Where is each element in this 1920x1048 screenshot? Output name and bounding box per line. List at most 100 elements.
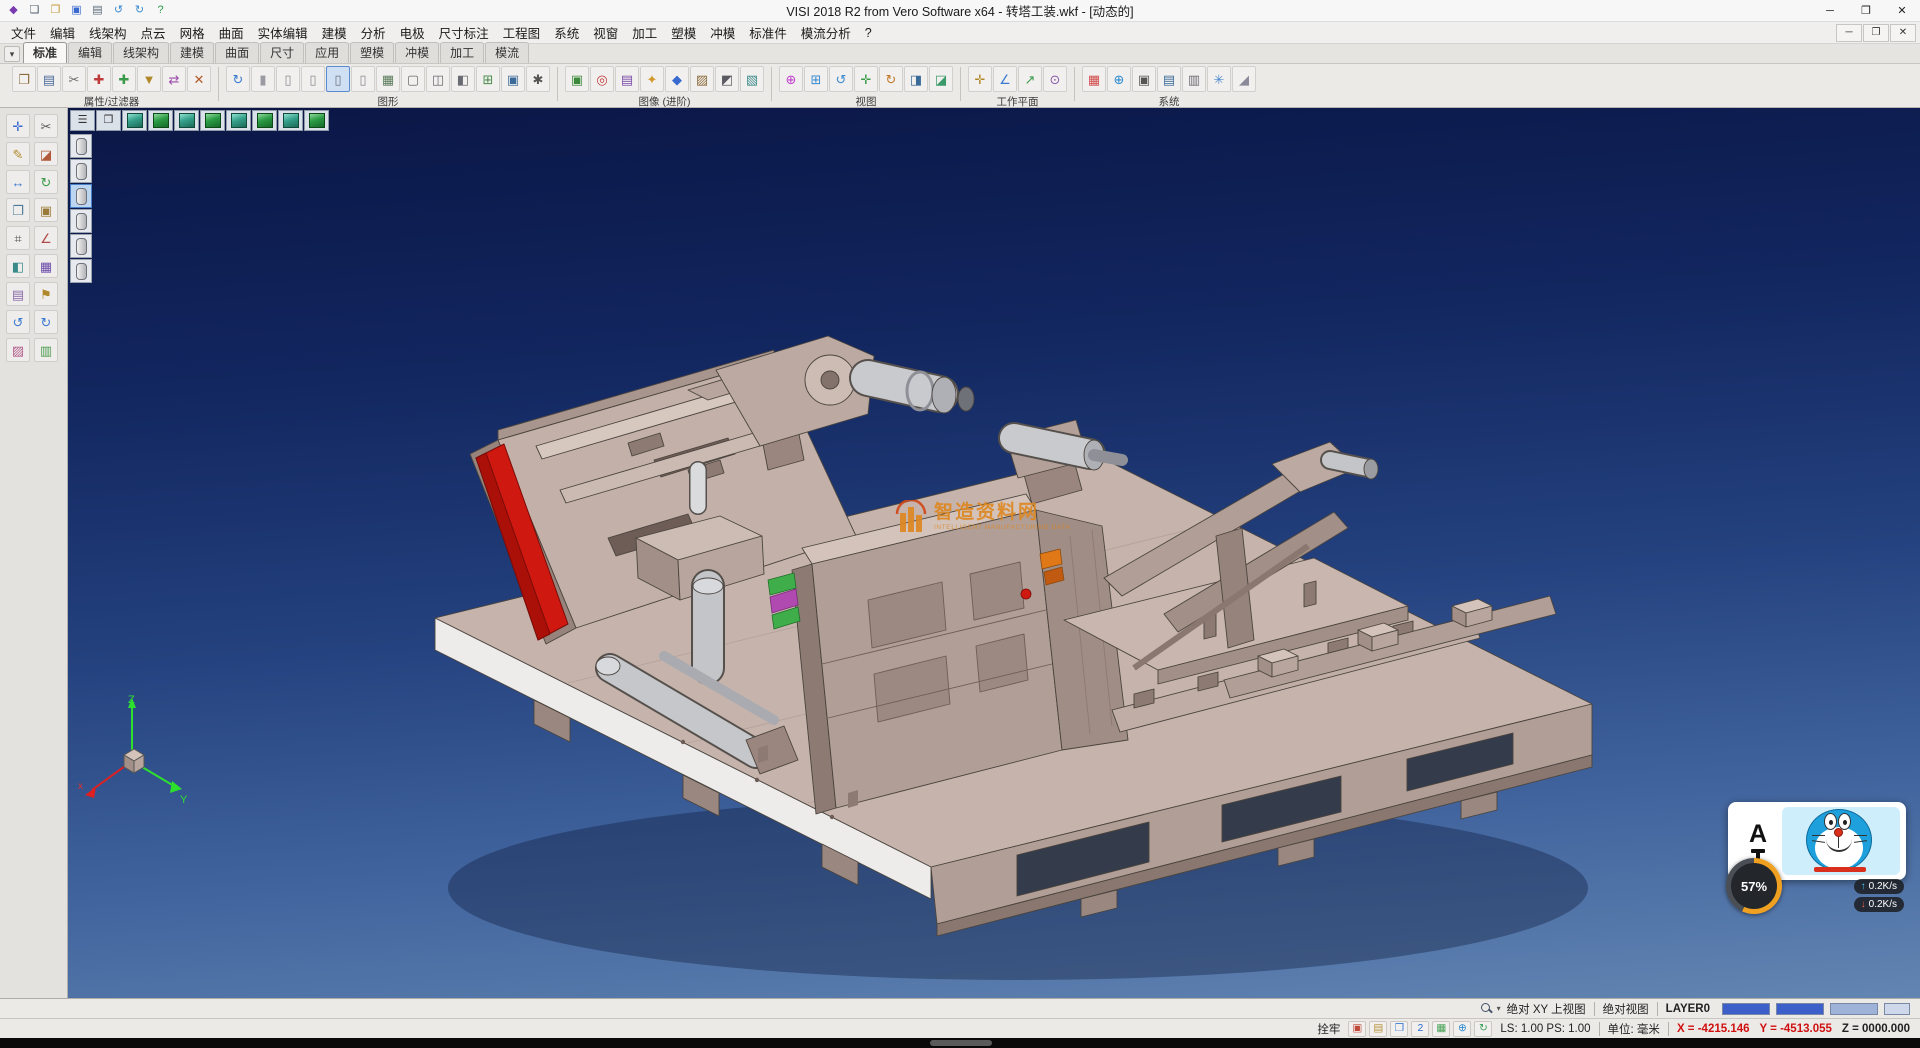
toolbar-tab[interactable]: 标准 [23, 42, 67, 63]
view-indicator[interactable]: 绝对 XY 上视图 [1507, 1001, 1586, 1017]
save-file-icon[interactable]: ▣ [67, 2, 86, 19]
redo-tool-icon[interactable]: ↻ [34, 310, 58, 334]
array-icon[interactable]: ▦ [34, 254, 58, 278]
refresh-status-icon[interactable]: ↻ [1474, 1021, 1492, 1037]
snap-lock-label[interactable]: 拴牢 [1317, 1021, 1340, 1037]
menu-item[interactable]: 文件 [4, 21, 43, 44]
units-readout[interactable]: 单位: 毫米 [1608, 1021, 1660, 1037]
attr-match-icon[interactable]: ⇄ [162, 66, 186, 92]
stereo-icon[interactable]: ◎ [590, 66, 614, 92]
pencil-icon[interactable]: ✎ [6, 142, 30, 166]
attr-print-icon[interactable]: ▤ [37, 66, 61, 92]
redraw-icon[interactable]: ↻ [226, 66, 250, 92]
menu-item[interactable]: 塑模 [664, 21, 703, 44]
menu-item[interactable]: 分析 [354, 21, 393, 44]
menu-item[interactable]: ? [858, 24, 879, 42]
iso-view-icon-7[interactable] [278, 110, 303, 131]
undo-tool-icon[interactable]: ↺ [6, 310, 30, 334]
close-button[interactable]: ✕ [1884, 0, 1920, 21]
help-icon[interactable]: ? [151, 2, 170, 19]
grid-view-icon[interactable]: ⊞ [476, 66, 500, 92]
shadow-icon[interactable]: ◩ [715, 66, 739, 92]
toolbar-tab[interactable]: 加工 [440, 42, 484, 63]
zoom-fit-icon[interactable]: ⊕ [779, 66, 803, 92]
copy-icon[interactable]: ❐ [6, 198, 30, 222]
entity-filter-icon-2[interactable] [70, 159, 92, 183]
toolbar-tab[interactable]: 尺寸 [260, 42, 304, 63]
undo-icon[interactable]: ↺ [109, 2, 128, 19]
tab-overflow-icon[interactable]: ▾ [4, 46, 20, 62]
app-logo-icon[interactable]: ◆ [4, 2, 23, 19]
menu-item[interactable]: 工程图 [496, 21, 548, 44]
taskbar-app-button[interactable] [930, 1040, 992, 1046]
windows-taskbar[interactable] [0, 1038, 1920, 1048]
section-mode-icon[interactable]: ◧ [451, 66, 475, 92]
entity-filter-icon-1[interactable] [70, 134, 92, 158]
open-file-icon[interactable]: ❐ [46, 2, 65, 19]
attr-copy-icon[interactable]: ❐ [12, 66, 36, 92]
save-tool-icon[interactable]: ▥ [34, 338, 58, 362]
cylinder-dynamic-icon[interactable]: ▯ [351, 66, 375, 92]
mdi-minimize-button[interactable]: ─ [1836, 24, 1862, 42]
viewport[interactable]: ☰❐ 智造资料网 INTELLIGENT MANUFACTURING DATA [68, 108, 1920, 998]
layer-color-1[interactable] [1722, 1003, 1770, 1015]
move-icon[interactable]: ↔ [6, 170, 30, 194]
toolbar-tab[interactable]: 线架构 [113, 42, 169, 63]
shade-mode-icon[interactable]: ▦ [376, 66, 400, 92]
erase-icon[interactable]: ◪ [34, 142, 58, 166]
menu-item[interactable]: 视窗 [586, 21, 625, 44]
angle-icon[interactable]: ∠ [34, 226, 58, 250]
background-icon[interactable]: ▧ [740, 66, 764, 92]
menu-item[interactable]: 尺寸标注 [432, 21, 496, 44]
entity-filter-icon-3[interactable] [70, 184, 92, 208]
grid-status-icon[interactable]: ▦ [1432, 1021, 1450, 1037]
menu-item[interactable]: 曲面 [212, 21, 251, 44]
capture-icon[interactable]: ▣ [501, 66, 525, 92]
zoom-previous-icon[interactable]: ↺ [829, 66, 853, 92]
workplane-reset-icon[interactable]: ⊙ [1043, 66, 1067, 92]
snapshot-icon[interactable]: ▤ [615, 66, 639, 92]
mdi-close-button[interactable]: ✕ [1890, 24, 1916, 42]
menu-item[interactable]: 冲模 [703, 21, 742, 44]
layer-color-2[interactable] [1776, 1003, 1824, 1015]
monitor-icon[interactable]: ▣ [1132, 66, 1156, 92]
view-window-icon[interactable]: ❐ [96, 110, 121, 131]
entity-filter-icon-6[interactable] [70, 259, 92, 283]
world-status-icon[interactable]: ⊕ [1453, 1021, 1471, 1037]
toolbar-tab[interactable]: 应用 [305, 42, 349, 63]
texture-icon[interactable]: ▨ [690, 66, 714, 92]
filter-add-icon[interactable]: ✚ [87, 66, 111, 92]
menu-item[interactable]: 实体编辑 [251, 21, 315, 44]
cpu-gauge[interactable]: 57% [1726, 858, 1782, 914]
globe-icon[interactable]: ⊕ [1107, 66, 1131, 92]
mirror-icon[interactable]: ◧ [6, 254, 30, 278]
toolbar-tab[interactable]: 编辑 [68, 42, 112, 63]
search-view-icon[interactable] [1480, 1002, 1493, 1015]
menu-item[interactable]: 标准件 [742, 21, 794, 44]
cylinder-shaded-icon[interactable]: ▮ [251, 66, 275, 92]
menu-item[interactable]: 线架构 [82, 21, 134, 44]
toolbar-tab[interactable]: 模流 [485, 42, 529, 63]
menu-item[interactable]: 系统 [547, 21, 586, 44]
cad-model-svg[interactable] [68, 108, 1920, 998]
iso-view-icon-4[interactable] [200, 110, 225, 131]
filter-funnel-icon[interactable]: ▼ [137, 66, 161, 92]
entity-filter-icon-4[interactable] [70, 209, 92, 233]
view-list-icon[interactable]: ☰ [70, 110, 95, 131]
toolbar-tab[interactable]: 冲模 [395, 42, 439, 63]
box-mode-icon[interactable]: ◫ [426, 66, 450, 92]
layer-color-3[interactable] [1830, 1003, 1878, 1015]
redo-icon[interactable]: ↻ [130, 2, 149, 19]
zoom-window-icon[interactable]: ⊞ [804, 66, 828, 92]
snowflake-icon[interactable]: ✳ [1207, 66, 1231, 92]
filter-ok-icon[interactable]: ✚ [112, 66, 136, 92]
iso-view-icon-2[interactable] [148, 110, 173, 131]
maximize-button[interactable]: ❐ [1848, 0, 1884, 21]
active-layer-label[interactable]: LAYER0 [1666, 1003, 1710, 1015]
cylinder-ghost-icon[interactable]: ▯ [326, 66, 350, 92]
workplane-align-icon[interactable]: ∠ [993, 66, 1017, 92]
network-speed-widget[interactable]: A 57% [1726, 802, 1906, 914]
measure-icon[interactable]: ⌗ [6, 226, 30, 250]
edit-lock-icon[interactable]: ▣ [1348, 1021, 1366, 1037]
attr-clear-icon[interactable]: ✕ [187, 66, 211, 92]
